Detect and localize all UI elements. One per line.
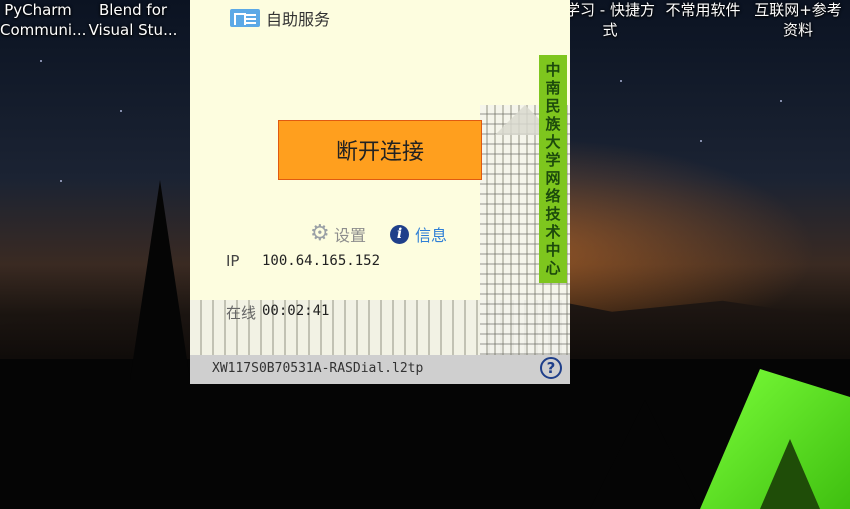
banner-char: 术: [545, 223, 561, 241]
desktop-icon-internet-reference[interactable]: 互联网+参考 资料: [750, 0, 846, 40]
settings-label: 设置: [334, 226, 367, 245]
star: [60, 180, 62, 182]
banner-char: 民: [545, 97, 561, 115]
status-footer: XW117S0B70531A-RASDial.l2tp ?: [190, 355, 570, 384]
banner-char: 学: [545, 151, 561, 169]
banner-char: 南: [545, 79, 561, 97]
desktop-icon-blend[interactable]: Blend for Visual Stu...: [88, 0, 178, 40]
self-service-link[interactable]: 自助服务: [230, 6, 330, 30]
banner-char: 族: [545, 115, 561, 133]
info-label: 信息: [415, 226, 448, 245]
ip-value: 100.64.165.152: [262, 253, 381, 269]
online-label: 在线: [226, 304, 257, 322]
banner-char: 络: [545, 187, 561, 205]
desktop-icon-study-shortcut[interactable]: 学习 - 快捷方 式: [560, 0, 660, 40]
info-icon: i: [390, 224, 409, 244]
self-service-icon: [230, 9, 260, 27]
settings-link[interactable]: ⚙ 设置: [310, 222, 366, 246]
disconnect-button[interactable]: 断开连接: [278, 120, 482, 180]
ip-label: IP: [226, 252, 240, 270]
desktop-icon-pycharm[interactable]: PyCharm Communi...: [0, 0, 86, 40]
star: [120, 110, 122, 112]
banner-char: 中: [545, 241, 561, 259]
banner-char: 心: [545, 259, 561, 277]
desktop-icon-rarely-used-software[interactable]: 不常用软件: [662, 0, 744, 20]
self-service-label: 自助服务: [266, 10, 331, 29]
banner-char: 大: [545, 133, 561, 151]
banner-char: 技: [545, 205, 561, 223]
help-icon[interactable]: ?: [540, 357, 562, 379]
star: [620, 80, 622, 82]
banner-char: 网: [545, 169, 561, 187]
banner-char: 中: [545, 61, 561, 79]
online-duration: 00:02:41: [262, 303, 330, 319]
connection-profile-name: XW117S0B70531A-RASDial.l2tp: [212, 361, 424, 376]
star: [700, 140, 702, 142]
star: [40, 60, 42, 62]
tree: [130, 180, 190, 380]
star: [780, 100, 782, 102]
network-center-banner: 中 南 民 族 大 学 网 络 技 术 中 心: [539, 55, 567, 283]
info-link[interactable]: i 信息: [390, 222, 447, 246]
gear-icon: ⚙: [310, 221, 330, 246]
dialer-window: 自助服务 断开连接 中 南 民 族 大 学 网 络 技 术 中 心 ⚙ 设置 i…: [190, 0, 570, 384]
